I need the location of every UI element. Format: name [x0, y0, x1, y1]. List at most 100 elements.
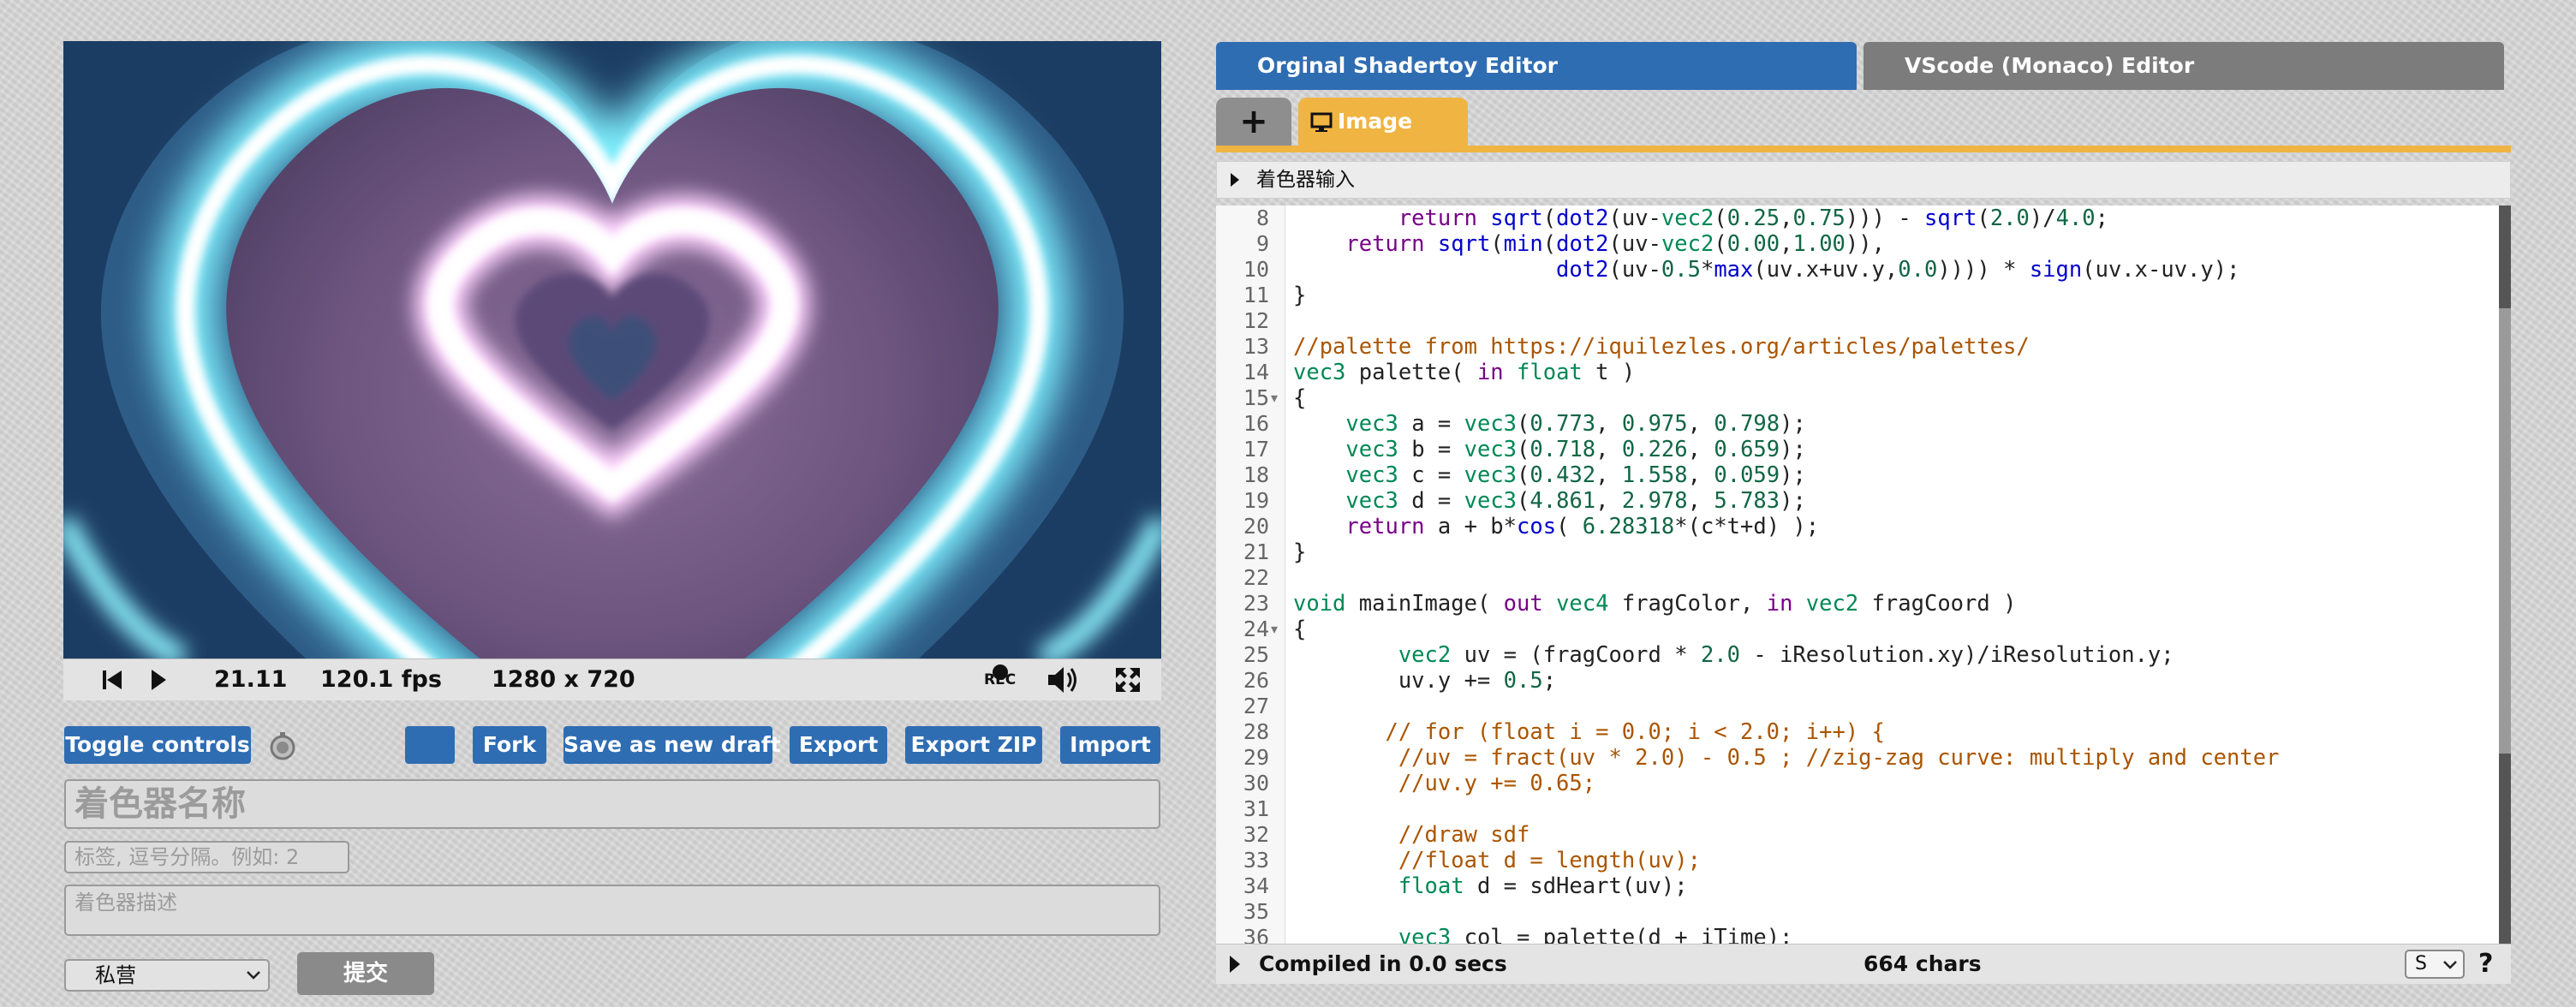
code-line[interactable]: vec3 a = vec3(0.773, 0.975, 0.798);: [1293, 411, 1805, 437]
code-line[interactable]: dot2(uv-0.5*max(uv.x+uv.y,0.0)))) * sign…: [1293, 257, 2239, 283]
rewind-button[interactable]: [101, 659, 123, 700]
code-token: )/: [2029, 206, 2056, 231]
code-line[interactable]: vec3 col = palette(d + iTime);: [1293, 925, 1793, 944]
code-line[interactable]: {: [1293, 617, 1306, 642]
line-number: 19: [1243, 488, 1269, 513]
import-button[interactable]: Import: [1060, 726, 1160, 764]
code-token: (uv-: [1608, 206, 1661, 231]
code-token: a + b*: [1437, 514, 1518, 539]
triangle-right-icon: [1231, 173, 1239, 187]
code-token: (uv-: [1608, 257, 1661, 283]
line-number: 17: [1243, 437, 1269, 462]
code-token: 4.0: [2055, 206, 2096, 231]
code-token: //float d = length(uv);: [1398, 848, 1701, 873]
code-line[interactable]: }: [1293, 539, 1306, 565]
code-line[interactable]: vec2 uv = (fragCoord * 2.0 - iResolution…: [1293, 642, 2174, 668]
line-number: 20: [1243, 514, 1269, 539]
code-line[interactable]: float d = sdHeart(uv);: [1293, 873, 1688, 899]
code-line[interactable]: vec3 palette( in float t ): [1293, 360, 1635, 385]
shader-inputs-bar[interactable]: 着色器输入: [1216, 161, 2511, 199]
code-token: 0.975: [1621, 411, 1688, 437]
code-token: ,: [1780, 231, 1793, 257]
add-tab-button[interactable]: +: [1216, 98, 1291, 146]
toggle-controls-button[interactable]: Toggle controls: [64, 726, 251, 764]
code-line[interactable]: {: [1293, 385, 1306, 411]
stopwatch-button[interactable]: [267, 730, 298, 765]
export-zip-button[interactable]: Export ZIP: [905, 726, 1042, 764]
play-button[interactable]: [149, 659, 168, 700]
export-button[interactable]: Export: [790, 726, 887, 764]
code-line[interactable]: //uv = fract(uv * 2.0) - 0.5 ; //zig-zag…: [1293, 745, 2280, 771]
tags-input[interactable]: 标签, 逗号分隔。例如: 2: [64, 841, 349, 873]
code-line[interactable]: uv.y += 0.5;: [1293, 668, 1556, 694]
fullscreen-button[interactable]: [1113, 659, 1142, 700]
code-token: 6.28318: [1582, 514, 1675, 539]
line-number: 21: [1243, 539, 1269, 564]
volume-button[interactable]: [1045, 659, 1079, 700]
code-token: *: [1700, 257, 1714, 283]
fold-toggle-icon[interactable]: ▾: [1271, 385, 1278, 411]
code-line[interactable]: void mainImage( out vec4 fragColor, in v…: [1293, 591, 2016, 617]
code-token: vec3: [1464, 411, 1518, 437]
editor-scrollbar[interactable]: [2499, 206, 2511, 944]
compile-status: Compiled in 0.0 secs: [1259, 951, 1507, 976]
shader-canvas[interactable]: [63, 41, 1161, 658]
volume-icon: [1048, 667, 1076, 693]
font-size-select[interactable]: S: [2405, 950, 2465, 979]
code-line[interactable]: //palette from https://iquilezles.org/ar…: [1293, 334, 2030, 360]
code-token: min: [1503, 231, 1543, 257]
code-token: ,: [1687, 462, 1714, 488]
code-line[interactable]: return sqrt(dot2(uv-vec2(0.25,0.75))) - …: [1293, 206, 2108, 231]
code-token: vec3: [1464, 462, 1518, 488]
record-button[interactable]: REC: [981, 659, 1019, 700]
code-token: ,: [1687, 488, 1714, 514]
fork-button[interactable]: Fork: [473, 726, 546, 764]
code-token: ,: [1595, 488, 1622, 514]
line-number: 28: [1243, 719, 1269, 744]
description-input[interactable]: 着色器描述: [64, 885, 1160, 936]
save-as-new-draft-button[interactable]: Save as new draft: [564, 726, 781, 764]
code-line[interactable]: }: [1293, 283, 1306, 308]
code-token: 0.226: [1621, 437, 1688, 462]
code-line[interactable]: vec3 d = vec3(4.861, 2.978, 5.783);: [1293, 488, 1806, 514]
code-line[interactable]: vec3 b = vec3(0.718, 0.226, 0.659);: [1293, 437, 1805, 462]
tab-image[interactable]: Image: [1298, 98, 1468, 146]
code-token: )),: [1845, 231, 1885, 257]
code-line[interactable]: return a + b*cos( 6.28318*(c*t+d) );: [1293, 514, 1819, 539]
code-token: mainImage(: [1345, 591, 1504, 617]
tab-original-editor[interactable]: Orginal Shadertoy Editor: [1216, 42, 1857, 90]
code-token: 0.798: [1714, 411, 1780, 437]
scrollbar-thumb[interactable]: [2499, 308, 2511, 754]
help-button[interactable]: ?: [2478, 944, 2493, 984]
shader-name-input[interactable]: 着色器名称: [64, 779, 1160, 829]
rewind-icon: [103, 670, 122, 689]
compile-triangle-icon[interactable]: [1228, 954, 1242, 974]
code-token: sqrt: [1490, 206, 1543, 231]
code-editor[interactable]: 8 9 10 11 12 13 14 15 ▾ 16 17 18 19 20 21 22 23 24 ▾ 25 26 27…: [1216, 206, 2499, 944]
submit-button[interactable]: 提交: [297, 952, 434, 995]
line-number: 25: [1243, 642, 1269, 667]
code-token: vec3: [1345, 437, 1398, 462]
code-line[interactable]: //draw sdf: [1293, 822, 1530, 848]
code-token: );: [1780, 488, 1806, 514]
tab-vscode-editor[interactable]: VScode (Monaco) Editor: [1863, 42, 2504, 90]
editor-status-bar: Compiled in 0.0 secs 664 chars S ?: [1216, 944, 2511, 984]
code-line[interactable]: //uv.y += 0.65;: [1293, 771, 1595, 796]
visibility-select[interactable]: 私营: [64, 959, 270, 992]
code-line[interactable]: vec3 c = vec3(0.432, 1.558, 0.059);: [1293, 462, 1805, 488]
code-line[interactable]: //float d = length(uv);: [1293, 848, 1701, 873]
fold-toggle-icon[interactable]: ▾: [1271, 617, 1278, 642]
blank-button[interactable]: [405, 726, 455, 764]
code-line[interactable]: // for (float i = 0.0; i < 2.0; i++) {: [1293, 719, 1884, 745]
code-line[interactable]: return sqrt(min(dot2(uv-vec2(0.00,1.00))…: [1293, 231, 1885, 257]
code-token: }: [1293, 539, 1307, 565]
code-token: (: [1542, 206, 1557, 231]
